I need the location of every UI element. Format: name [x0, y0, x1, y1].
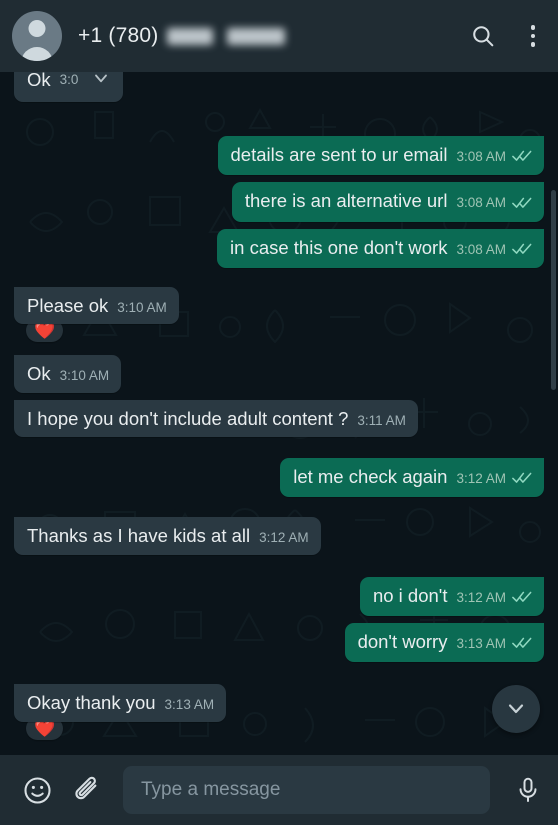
- message-text: there is an alternative url: [244, 190, 448, 212]
- message-list[interactable]: Ok 3:0 details are sent to ur email 3:08…: [0, 72, 558, 755]
- message-text: I hope you don't include adult content ?: [27, 407, 349, 429]
- message-bubble-outgoing[interactable]: no i don't 3:12 AM: [359, 576, 544, 617]
- message-time: 3:13 AM: [456, 636, 506, 652]
- read-receipt-double-check-icon: [512, 146, 532, 167]
- read-receipt-double-check-icon: [512, 587, 532, 608]
- contact-phone-prefix: +1 (780): [78, 24, 159, 47]
- search-icon[interactable]: [470, 23, 496, 49]
- message-bubble-outgoing[interactable]: let me check again 3:12 AM: [280, 457, 544, 498]
- reaction-row: ❤️: [14, 319, 544, 343]
- read-receipt-double-check-icon: [512, 193, 532, 214]
- message-text: Okay thank you: [27, 692, 156, 714]
- message-text: Ok: [27, 72, 51, 91]
- message-row[interactable]: in case this one don't work 3:08 AM: [14, 228, 544, 269]
- avatar-body-shape: [21, 47, 53, 61]
- message-row[interactable]: there is an alternative url 3:08 AM: [14, 182, 544, 222]
- message-time: 3:08 AM: [456, 241, 506, 257]
- scrollbar-thumb[interactable]: [551, 190, 556, 390]
- read-receipt-double-check-icon: [512, 633, 532, 654]
- chevron-down-icon: [504, 696, 528, 723]
- message-time: 3:12 AM: [456, 470, 506, 486]
- message-bubble-outgoing[interactable]: don't worry 3:13 AM: [344, 623, 544, 663]
- message-row[interactable]: don't worry 3:13 AM: [14, 623, 544, 663]
- message-text: Please ok: [27, 295, 109, 317]
- microphone-icon[interactable]: [514, 776, 542, 804]
- message-input-field[interactable]: [123, 766, 490, 814]
- message-row[interactable]: Ok 3:0: [14, 72, 544, 102]
- message-input-bar: [0, 755, 558, 825]
- read-receipt-double-check-icon: [512, 239, 532, 260]
- message-time: 3:12 AM: [259, 530, 309, 546]
- message-meta: 3:12 AM: [456, 468, 532, 489]
- message-meta: 3:08 AM: [456, 193, 532, 214]
- message-time: 3:0: [59, 72, 79, 88]
- message-row[interactable]: Ok 3:10 AM: [14, 355, 544, 393]
- attachment-paperclip-icon[interactable]: [71, 775, 101, 805]
- messages-container: Ok 3:0 details are sent to ur email 3:08…: [0, 72, 558, 755]
- message-bubble-incoming[interactable]: Ok 3:10 AM: [14, 355, 122, 393]
- message-row[interactable]: Please ok 3:10 AM: [14, 287, 544, 325]
- message-time: 3:12 AM: [456, 589, 506, 605]
- message-time: 3:11 AM: [357, 412, 406, 428]
- message-menu-chevron-down-icon[interactable]: [91, 72, 111, 92]
- message-bubble-incoming[interactable]: Ok 3:0: [14, 72, 124, 102]
- message-bubble-outgoing[interactable]: there is an alternative url 3:08 AM: [231, 182, 544, 222]
- message-text: let me check again: [293, 465, 448, 487]
- message-time: 3:08 AM: [456, 149, 506, 164]
- message-row[interactable]: let me check again 3:12 AM: [14, 457, 544, 498]
- message-text: in case this one don't work: [230, 236, 448, 258]
- message-row[interactable]: no i don't 3:12 AM: [14, 576, 544, 617]
- message-row[interactable]: Thanks as I have kids at all 3:12 AM: [14, 517, 544, 555]
- chat-header: +1 (780): [0, 0, 558, 72]
- message-text: Thanks as I have kids at all: [27, 525, 251, 547]
- redacted-phone-part-1: [167, 27, 214, 45]
- contact-title[interactable]: +1 (780): [78, 24, 470, 48]
- message-row[interactable]: Okay thank you 3:13 AM: [14, 684, 544, 722]
- message-text: no i don't: [372, 584, 448, 606]
- message-time: 3:10 AM: [59, 368, 110, 384]
- message-text: Ok: [27, 363, 51, 385]
- message-time: 3:10 AM: [117, 300, 167, 316]
- reaction-row: ❤️: [14, 716, 544, 740]
- read-receipt-double-check-icon: [512, 468, 532, 489]
- scroll-to-bottom-button[interactable]: [492, 685, 540, 733]
- message-bubble-outgoing[interactable]: in case this one don't work 3:08 AM: [217, 228, 544, 269]
- avatar[interactable]: [12, 11, 62, 61]
- message-bubble-incoming[interactable]: Okay thank you 3:13 AM: [14, 684, 227, 722]
- emoji-icon[interactable]: [22, 775, 53, 806]
- redacted-phone-part-2: [227, 27, 286, 45]
- avatar-head-shape: [28, 20, 46, 37]
- message-meta: 3:08 AM: [456, 146, 532, 167]
- message-bubble-incoming[interactable]: Please ok 3:10 AM: [14, 287, 179, 325]
- message-meta: 3:13 AM: [456, 633, 532, 654]
- message-meta: 3:12 AM: [456, 587, 532, 608]
- message-text: details are sent to ur email: [230, 144, 448, 165]
- message-text: don't worry: [357, 631, 448, 653]
- message-time: 3:13 AM: [164, 697, 215, 713]
- whatsapp-chat-screen: +1 (780) Ok 3:0 details are sent to ur e…: [0, 0, 558, 825]
- header-actions: [470, 23, 544, 49]
- message-row[interactable]: I hope you don't include adult content ?…: [14, 399, 544, 437]
- three-dots-shape: [522, 25, 544, 47]
- message-row[interactable]: details are sent to ur email 3:08 AM: [14, 136, 544, 176]
- message-bubble-incoming[interactable]: Thanks as I have kids at all 3:12 AM: [14, 517, 321, 555]
- message-input[interactable]: [141, 779, 472, 801]
- message-bubble-outgoing[interactable]: details are sent to ur email 3:08 AM: [217, 136, 544, 176]
- overflow-menu-icon[interactable]: [522, 25, 544, 47]
- message-time: 3:08 AM: [456, 195, 506, 211]
- message-bubble-incoming[interactable]: I hope you don't include adult content ?…: [14, 399, 418, 437]
- message-meta: 3:08 AM: [456, 239, 532, 260]
